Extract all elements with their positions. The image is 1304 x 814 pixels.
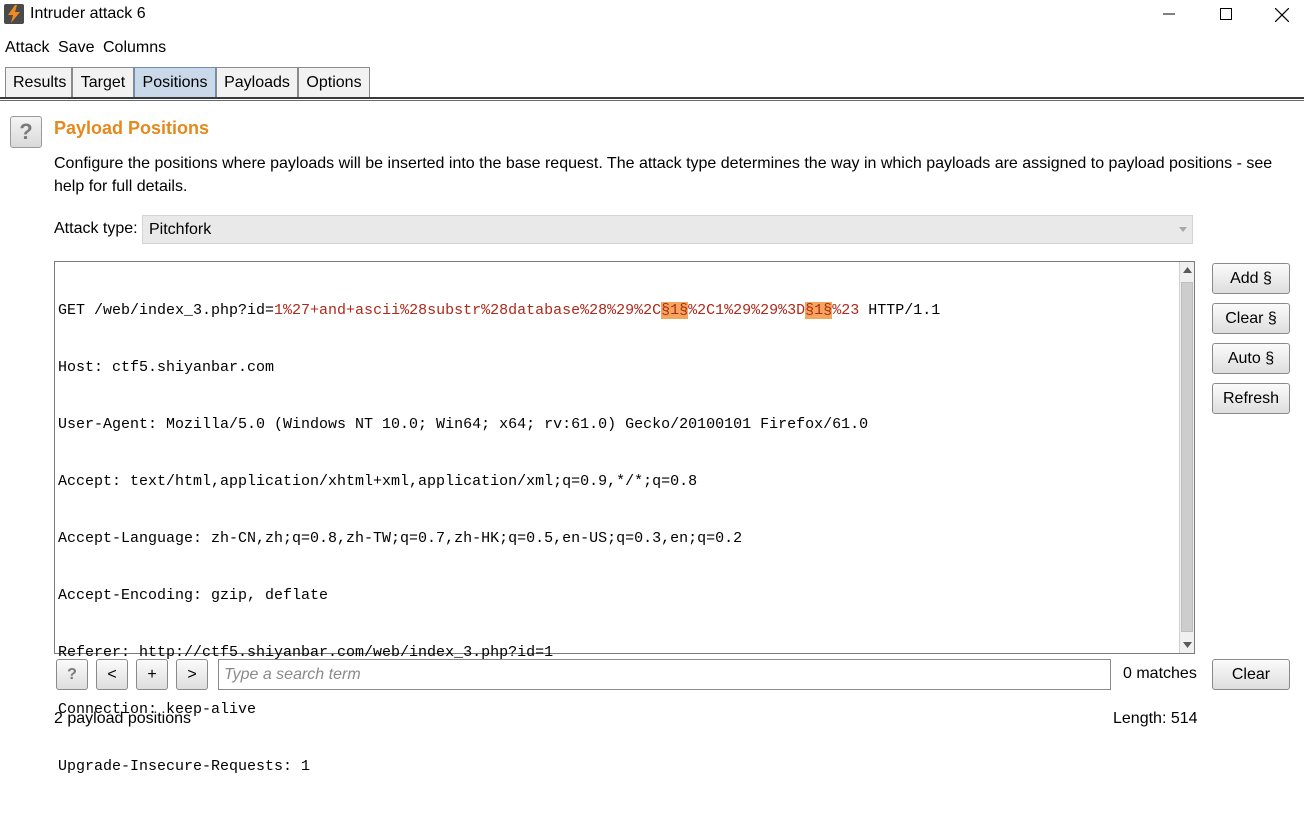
- scroll-thumb[interactable]: [1181, 282, 1193, 632]
- attack-type-select[interactable]: Pitchfork: [142, 215, 1193, 244]
- header-line: Host: ctf5.shiyanbar.com: [58, 359, 275, 376]
- menu-save[interactable]: Save: [58, 39, 94, 57]
- header-line: Accept-Encoding: gzip, deflate: [58, 587, 329, 604]
- payload-positions-count: 2 payload positions: [54, 710, 191, 727]
- payload-segment: 1%27+and+ascii%28substr%28database%28%29…: [274, 302, 662, 319]
- tab-options[interactable]: Options: [298, 67, 370, 98]
- menu-attack[interactable]: Attack: [5, 39, 49, 57]
- maximize-button[interactable]: [1203, 0, 1249, 30]
- search-input[interactable]: [218, 659, 1111, 690]
- lightning-bolt-icon: [4, 4, 24, 24]
- tab-target[interactable]: Target: [72, 67, 134, 98]
- window-title: Intruder attack 6: [30, 5, 146, 22]
- menu-bar: Attack Save Columns: [0, 35, 1304, 61]
- section-description: Configure the positions where payloads w…: [54, 155, 1273, 195]
- minimize-button[interactable]: [1146, 0, 1192, 30]
- tab-divider: [0, 97, 1304, 101]
- tab-positions[interactable]: Positions: [134, 67, 216, 98]
- payload-marker-1: §1§: [661, 302, 689, 319]
- close-window-button[interactable]: [1258, 0, 1304, 30]
- section-title: Payload Positions: [54, 118, 210, 138]
- header-line: Accept: text/html,application/xhtml+xml,…: [58, 473, 698, 490]
- close-icon: [1275, 8, 1289, 22]
- help-button[interactable]: ?: [10, 116, 42, 148]
- scroll-down-icon[interactable]: [1182, 639, 1193, 650]
- menu-columns[interactable]: Columns: [103, 39, 166, 57]
- attack-type-value: Pitchfork: [149, 221, 212, 238]
- add-marker-button[interactable]: Add §: [1212, 263, 1290, 294]
- request-text[interactable]: GET /web/index_3.php?id=1%27+and+ascii%2…: [58, 263, 1176, 814]
- match-count: 0 matches: [1123, 665, 1197, 682]
- search-next-button[interactable]: >: [176, 659, 208, 690]
- search-previous-button[interactable]: <: [96, 659, 128, 690]
- header-line: Accept-Language: zh-CN,zh;q=0.8,zh-TW;q=…: [58, 530, 743, 547]
- scroll-up-icon[interactable]: [1182, 265, 1193, 276]
- tab-payloads[interactable]: Payloads: [216, 67, 298, 98]
- question-mark-icon: ?: [19, 119, 33, 144]
- header-line: User-Agent: Mozilla/5.0 (Windows NT 10.0…: [58, 416, 869, 433]
- payload-segment: %2C1%29%29%3D: [688, 302, 806, 319]
- clear-markers-button[interactable]: Clear §: [1212, 303, 1290, 334]
- search-help-button[interactable]: ?: [56, 659, 88, 690]
- request-line-suffix: HTTP/1.1: [859, 302, 941, 319]
- editor-scrollbar[interactable]: [1179, 262, 1194, 653]
- header-line: Upgrade-Insecure-Requests: 1: [58, 758, 311, 775]
- payload-segment: %23: [832, 302, 860, 319]
- request-line-prefix: GET /web/index_3.php?id=: [58, 302, 275, 319]
- request-line: GET /web/index_3.php?id=1%27+and+ascii%2…: [58, 301, 1176, 320]
- maximize-icon: [1220, 8, 1232, 20]
- request-length: Length: 514: [1113, 710, 1198, 727]
- request-editor[interactable]: GET /web/index_3.php?id=1%27+and+ascii%2…: [54, 261, 1195, 775]
- payload-marker-2: §1§: [805, 302, 833, 319]
- question-mark-icon: ?: [67, 666, 77, 683]
- auto-markers-button[interactable]: Auto §: [1212, 343, 1290, 374]
- title-bar: Intruder attack 6: [0, 0, 1304, 31]
- chevron-down-icon: [1179, 227, 1187, 232]
- tab-results[interactable]: Results: [5, 67, 72, 98]
- minimize-icon: [1163, 13, 1175, 15]
- header-line: Connection: keep-alive: [58, 701, 257, 718]
- attack-type-label: Attack type:: [54, 220, 138, 237]
- clear-search-button[interactable]: Clear: [1212, 659, 1290, 690]
- refresh-button[interactable]: Refresh: [1212, 383, 1290, 414]
- search-add-button[interactable]: +: [136, 659, 168, 690]
